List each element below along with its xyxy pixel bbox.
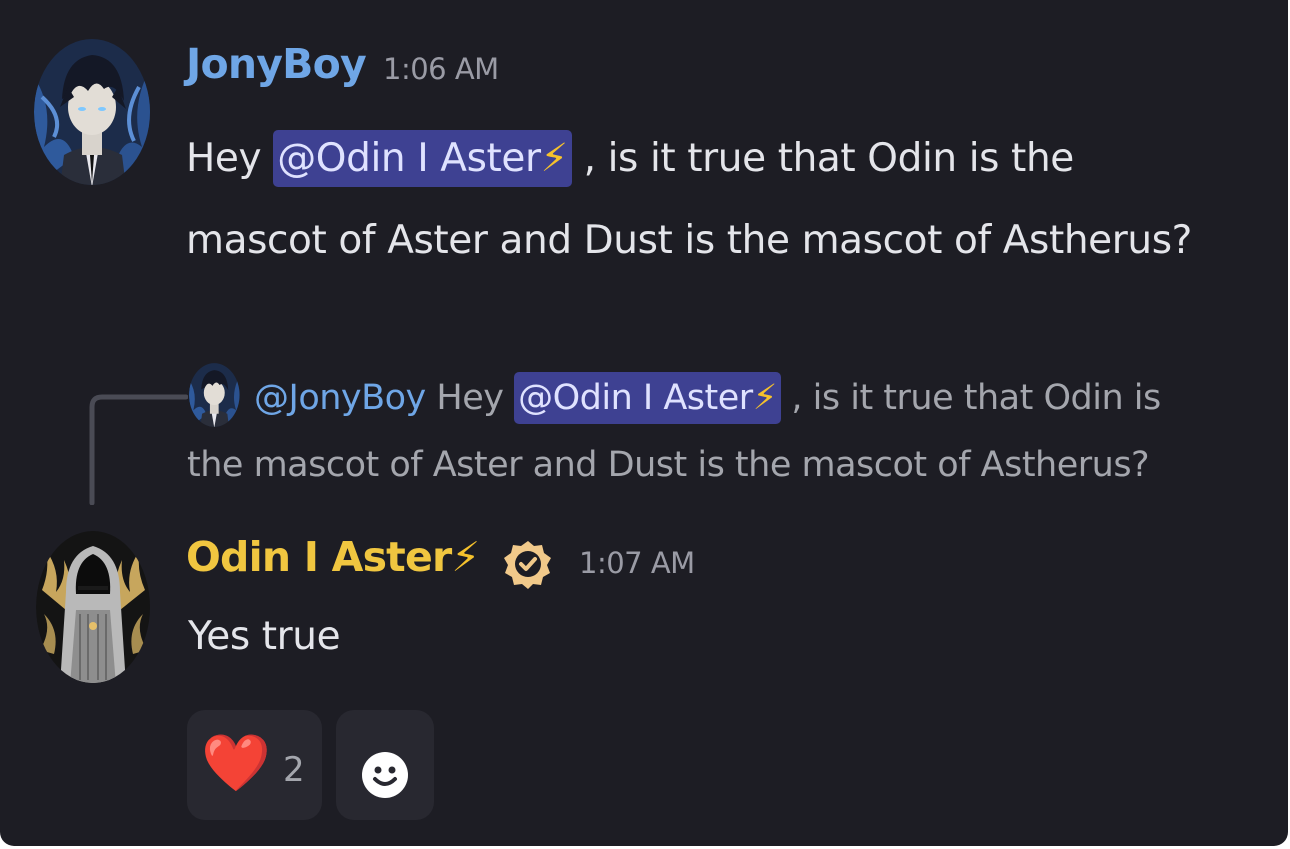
reply-username[interactable]: @JonyBoy: [254, 378, 426, 418]
username-odin-label: Odin I Aster: [186, 533, 452, 581]
avatar-jonyboy[interactable]: [34, 37, 151, 187]
reply-connector: [89, 394, 188, 505]
message1-text-pre: Hey: [186, 136, 274, 181]
mention-odin-label: @Odin I Aster: [277, 136, 541, 181]
hooded-figure-avatar-icon: [36, 531, 150, 683]
verified-badge-icon[interactable]: [503, 539, 553, 589]
reply-preview-line1[interactable]: @JonyBoy Hey @Odin I Aster⚡ , is it true…: [254, 372, 1161, 424]
add-reaction-icon: [362, 752, 408, 798]
reply-mention-label: @Odin I Aster: [518, 378, 753, 418]
lightning-emoji-icon: ⚡: [752, 378, 778, 418]
reply-text-post: , is it true that Odin is: [780, 378, 1161, 418]
avatar-odin[interactable]: [36, 530, 151, 685]
message1-line1: Hey @Odin I Aster⚡ , is it true that Odi…: [186, 130, 1075, 187]
anime-boy-avatar-small-icon: [189, 363, 240, 427]
reaction-heart[interactable]: ❤️ 2: [187, 710, 322, 820]
reaction-count: 2: [283, 750, 305, 790]
message1-line2: mascot of Aster and Dust is the mascot o…: [186, 218, 1192, 263]
add-reaction-button[interactable]: [336, 710, 434, 820]
heart-icon: ❤️: [201, 731, 271, 796]
username-jonyboy[interactable]: JonyBoy: [186, 40, 367, 88]
timestamp-message1: 1:06 AM: [383, 52, 499, 86]
reply-avatar-jonyboy[interactable]: [189, 361, 240, 429]
message2-text: Yes true: [188, 614, 341, 659]
message1-text-post: , is it true that Odin is the: [571, 136, 1075, 181]
username-odin[interactable]: Odin I Aster⚡: [186, 533, 480, 581]
reply-mention-odin[interactable]: @Odin I Aster⚡: [514, 372, 781, 424]
anime-boy-avatar-icon: [34, 39, 150, 185]
chat-panel: JonyBoy 1:06 AM Hey @Odin I Aster⚡ , is …: [0, 0, 1288, 846]
timestamp-message2: 1:07 AM: [579, 546, 695, 580]
lightning-emoji-icon: ⚡: [451, 533, 480, 581]
lightning-emoji-icon: ⚡: [540, 136, 568, 181]
reply-text-pre: Hey: [425, 378, 515, 418]
reply-preview-line2[interactable]: the mascot of Aster and Dust is the masc…: [187, 445, 1150, 485]
mention-odin[interactable]: @Odin I Aster⚡: [273, 130, 572, 187]
